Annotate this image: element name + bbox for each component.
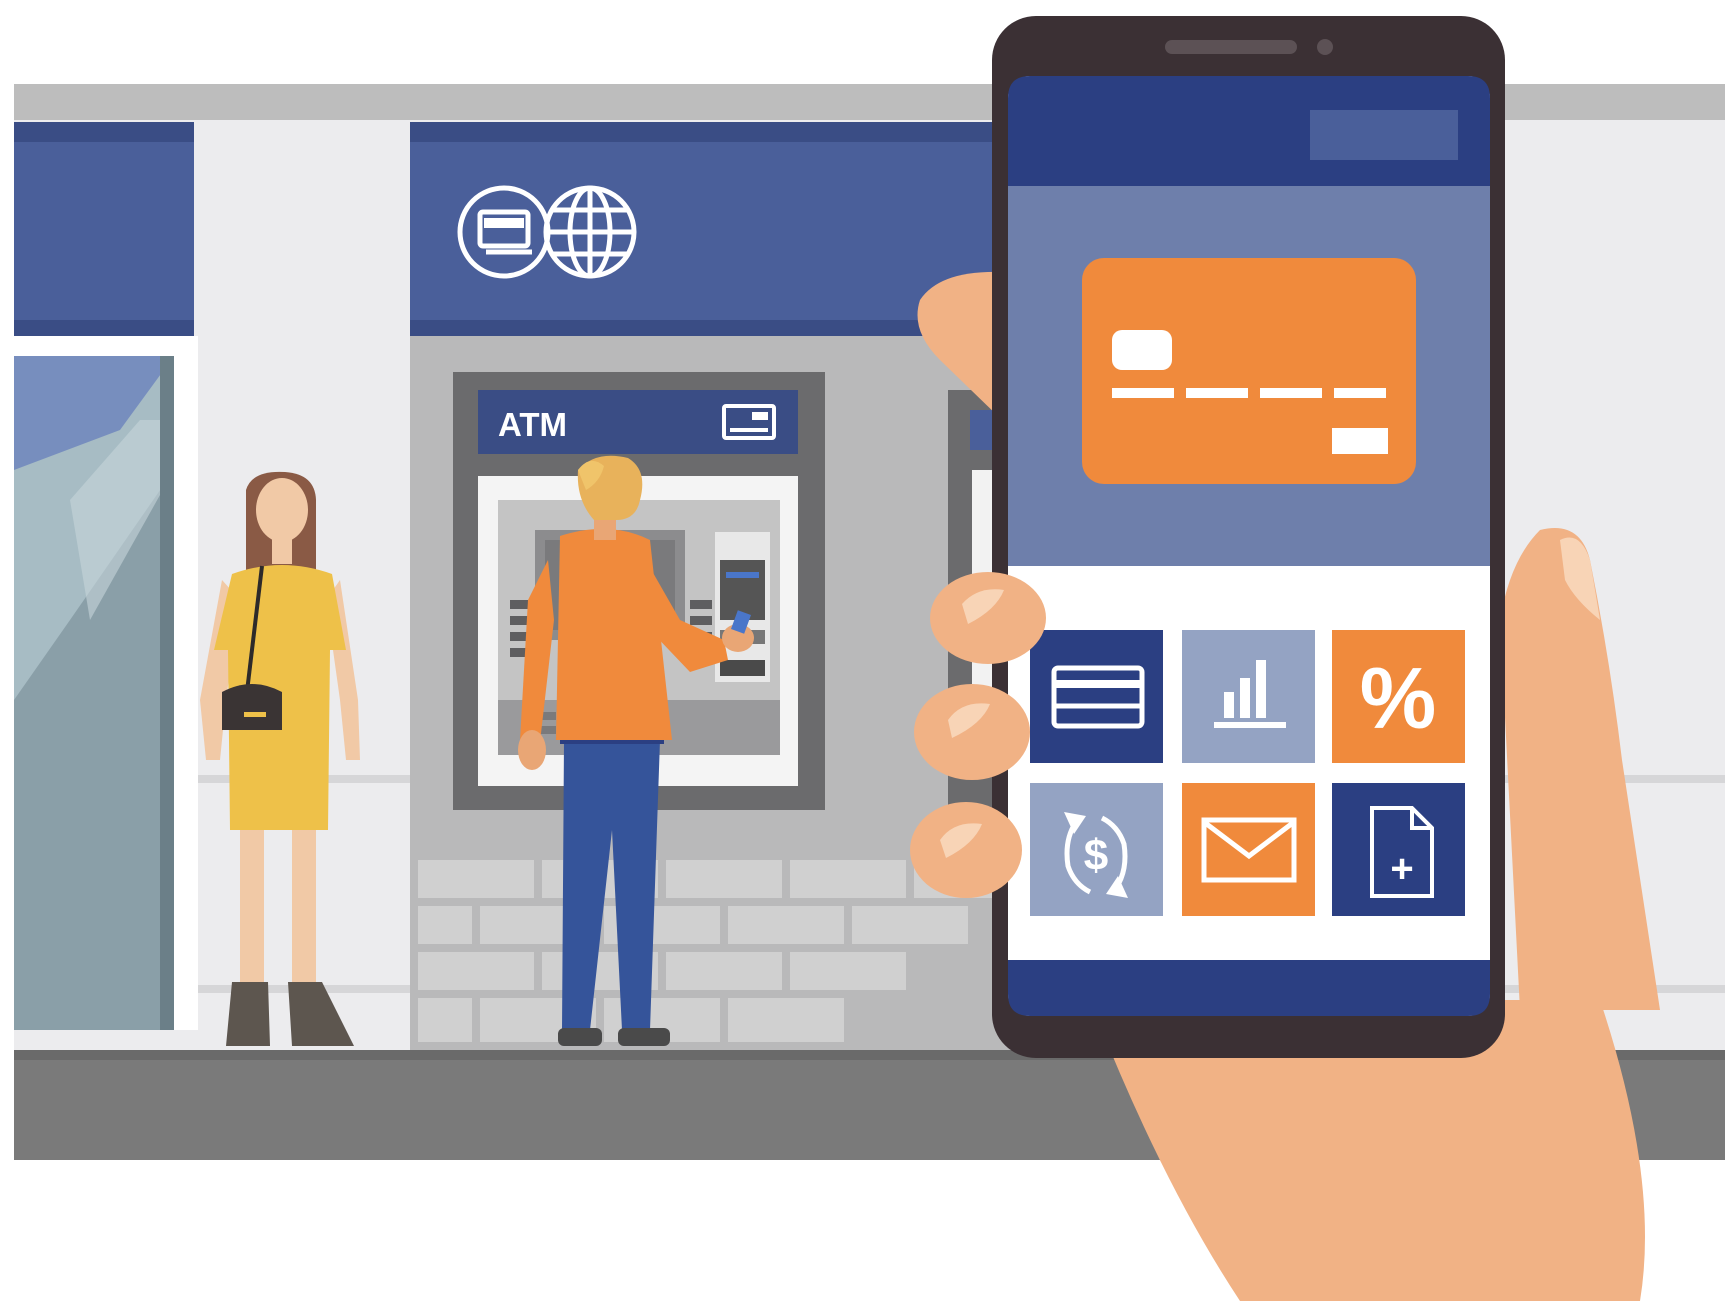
tile-new-document[interactable]: +	[1332, 783, 1465, 916]
atm-label: ATM	[498, 406, 567, 443]
left-banner	[14, 122, 194, 336]
globe-icon	[543, 185, 637, 279]
percent-icon: %	[1360, 651, 1436, 747]
tile-cards[interactable]	[1030, 630, 1163, 763]
svg-text:$: $	[1084, 831, 1108, 880]
atm-mobile-banking-illustration: ATM % $ +	[0, 0, 1725, 1301]
header-badge[interactable]	[1310, 110, 1458, 160]
svg-text:+: +	[1390, 847, 1413, 891]
credit-card-icon[interactable]	[1082, 258, 1416, 484]
tile-messages[interactable]	[1182, 783, 1315, 916]
tile-interest[interactable]: %	[1332, 630, 1465, 763]
tile-statistics[interactable]	[1182, 630, 1315, 763]
shop-window	[14, 336, 198, 1030]
tile-exchange[interactable]: $	[1030, 783, 1163, 916]
